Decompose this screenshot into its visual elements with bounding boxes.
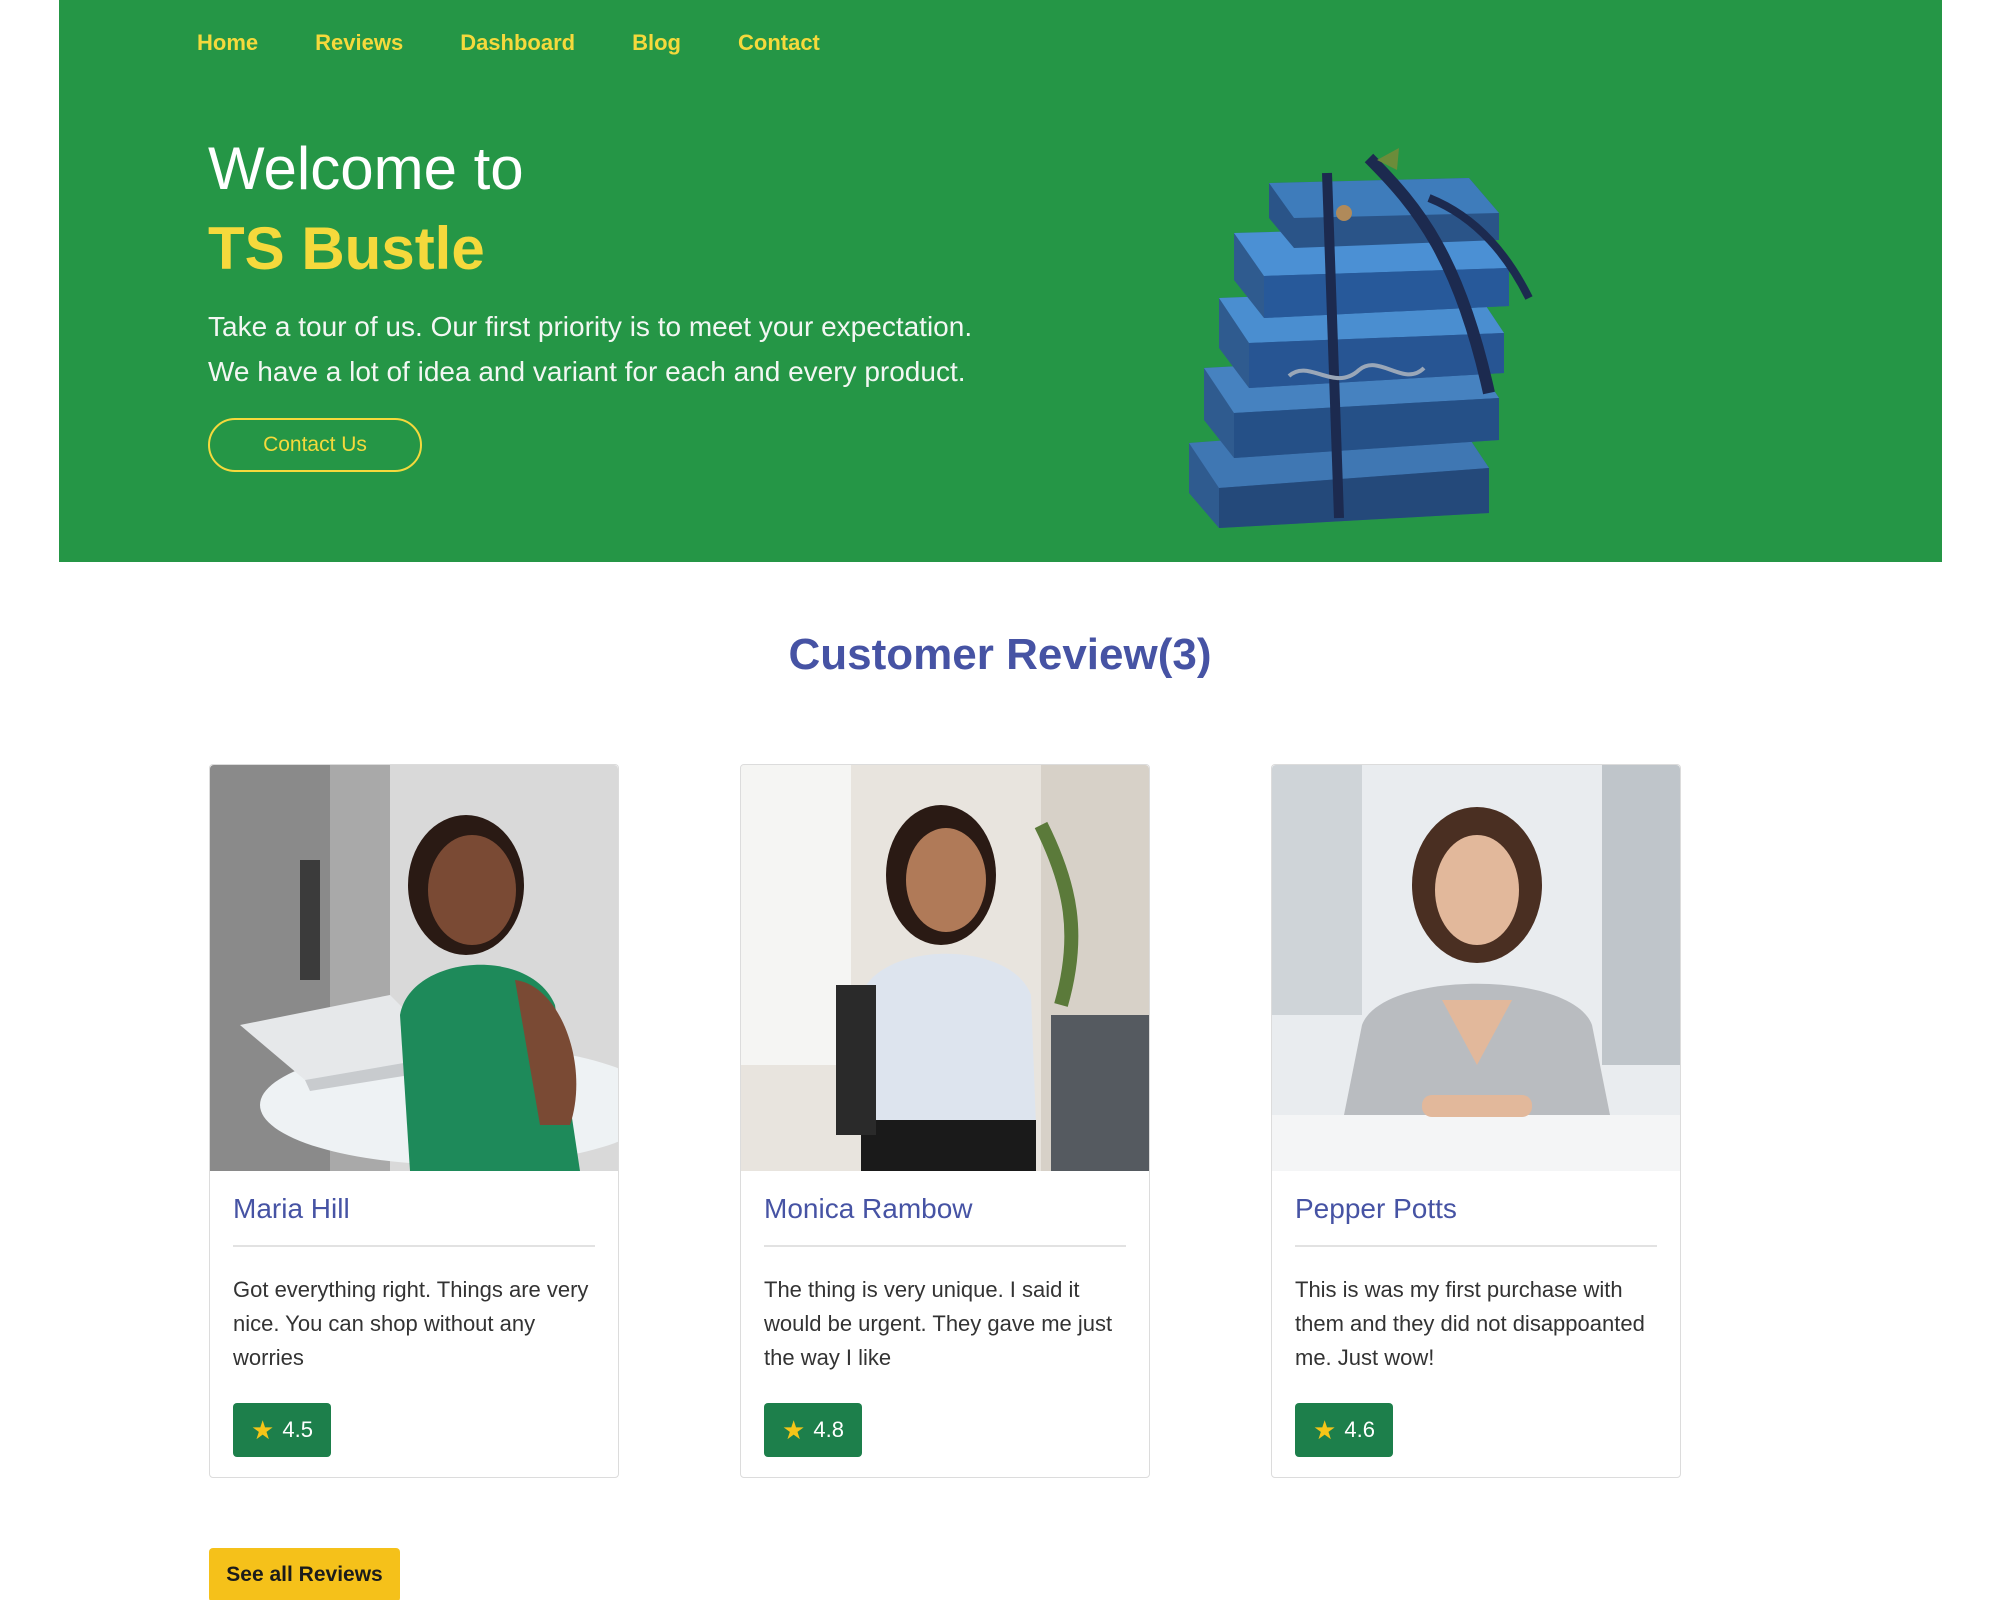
nav-contact-link[interactable]: Contact [738, 30, 820, 56]
rating-badge: ★ 4.6 [1295, 1403, 1393, 1457]
review-text: This is was my first purchase with them … [1295, 1277, 1645, 1370]
contact-us-button[interactable]: Contact Us [208, 418, 422, 472]
nav-dashboard-link[interactable]: Dashboard [460, 30, 575, 56]
rating-value: 4.6 [1344, 1417, 1375, 1442]
reviewer-name: Monica Rambow [764, 1193, 1126, 1247]
review-card: Maria Hill Got everything right. Things … [209, 764, 619, 1478]
review-text: The thing is very unique. I said it woul… [764, 1277, 1113, 1370]
rating-value: 4.5 [282, 1417, 313, 1442]
books-stack-image [1189, 148, 1533, 528]
hero-welcome: Welcome to [208, 135, 524, 202]
nav-blog-link[interactable]: Blog [632, 30, 681, 56]
reviewer-name: Maria Hill [233, 1193, 595, 1247]
hero-description-line-1: Take a tour of us. Our first priority is… [208, 311, 973, 342]
main-nav: Home Reviews Dashboard Blog Contact [197, 30, 877, 56]
reviewer-photo [1272, 765, 1680, 1171]
star-icon: ★ [782, 1414, 806, 1445]
rating-value: 4.8 [813, 1417, 844, 1442]
review-text: Got everything right. Things are very ni… [233, 1277, 589, 1370]
rating-badge: ★ 4.5 [233, 1403, 331, 1457]
reviewer-photo [210, 765, 618, 1171]
review-card: Pepper Potts This is was my first purcha… [1271, 764, 1681, 1478]
star-icon: ★ [251, 1414, 275, 1445]
hero-description-line-2: We have a lot of idea and variant for ea… [208, 356, 966, 387]
see-all-reviews-button[interactable]: See all Reviews [209, 1548, 400, 1600]
hero-banner: Home Reviews Dashboard Blog Contact Welc… [59, 0, 1942, 562]
nav-reviews-link[interactable]: Reviews [315, 30, 403, 56]
customer-review-title: Customer Review(3) [788, 630, 1212, 679]
nav-home-link[interactable]: Home [197, 30, 258, 56]
reviewer-photo [741, 765, 1149, 1171]
reviewer-name: Pepper Potts [1295, 1193, 1657, 1247]
rating-badge: ★ 4.8 [764, 1403, 862, 1457]
review-card: Monica Rambow The thing is very unique. … [740, 764, 1150, 1478]
hero-brand: TS Bustle [208, 215, 485, 282]
star-icon: ★ [1313, 1414, 1337, 1445]
hero-text: Welcome to TS Bustle Take a tour of us. … [208, 130, 1068, 472]
hero-description: Take a tour of us. Our first priority is… [208, 304, 1068, 394]
